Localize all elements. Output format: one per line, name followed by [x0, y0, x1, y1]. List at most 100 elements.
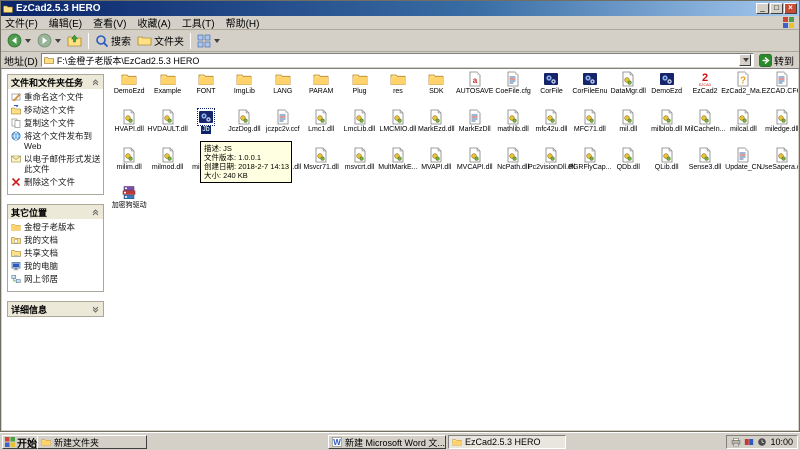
file-item[interactable]: ImgLib [225, 71, 263, 96]
file-item[interactable]: QLib.dll [647, 147, 685, 172]
file-item[interactable]: Msvcr71.dll [302, 147, 340, 172]
panel-header[interactable]: 其它位置 [8, 205, 103, 219]
titlebar[interactable]: EzCad2.5.3 HERO _ □ × [1, 1, 799, 16]
task-button-2[interactable]: EzCad2.5.3 HERO [448, 435, 566, 449]
file-item[interactable]: Sense3.dll [686, 147, 724, 172]
file-item[interactable]: Example [148, 71, 186, 96]
task-link-copy[interactable]: 复制这个文件 [11, 118, 101, 128]
printer-icon[interactable] [731, 437, 741, 447]
sync-icon[interactable] [757, 437, 767, 447]
file-item[interactable]: MarkEzd.dll [417, 109, 455, 134]
status-icon[interactable] [744, 437, 754, 447]
file-item[interactable]: Plug [340, 71, 378, 96]
task-button-1[interactable]: W新建 Microsoft Word 文... [328, 435, 446, 449]
file-item[interactable]: DemoEzd [647, 71, 685, 96]
file-item[interactable]: aAUTOSAVE [456, 71, 494, 96]
file-item[interactable]: mfc42u.dll [532, 109, 570, 134]
file-item[interactable]: DataMgr.dll [609, 71, 647, 96]
menu-item-2[interactable]: 查看(V) [93, 19, 126, 30]
file-item[interactable]: milmod.dll [148, 147, 186, 172]
task-link-email[interactable]: 以电子邮件形式发送此文件 [11, 154, 101, 174]
file-item[interactable]: milblob.dll [647, 109, 685, 134]
file-list[interactable]: DemoEzdExampleFONTImgLibLANGPARAMPlugres… [106, 69, 798, 430]
back-dropdown-caret[interactable] [25, 39, 31, 43]
file-item[interactable]: 加密狗驱动 [110, 185, 148, 210]
file-item[interactable]: msvcrt.dll [340, 147, 378, 172]
chevron-up-icon[interactable] [91, 208, 100, 217]
panel-header[interactable]: 文件和文件夹任务 [8, 75, 103, 89]
file-item[interactable]: MFC71.dll [571, 109, 609, 134]
file-item[interactable]: UseSapera.dll [763, 147, 798, 172]
file-item[interactable]: MultMarkE... [379, 147, 417, 172]
file-item[interactable]: CorFile [532, 71, 570, 96]
menu-item-1[interactable]: 编辑(E) [49, 19, 82, 30]
start-button[interactable]: 开始 [2, 435, 42, 449]
file-item[interactable]: MilCacheIn... [686, 109, 724, 134]
task-link-move[interactable]: 移动这个文件 [11, 105, 101, 115]
file-item[interactable]: PARAM [302, 71, 340, 96]
task-link-publish-web[interactable]: 将这个文件发布到 Web [11, 131, 101, 151]
maximize-button[interactable]: □ [770, 3, 783, 14]
file-item[interactable]: res [379, 71, 417, 96]
task-link-folder[interactable]: 金橙子老版本 [11, 222, 101, 232]
file-item[interactable]: LMCMIO.dll [379, 109, 417, 134]
menu-item-0[interactable]: 文件(F) [5, 19, 38, 30]
file-item[interactable]: QDb.dll [609, 147, 647, 172]
file-item[interactable]: MVCAPI.dll [456, 147, 494, 172]
file-item-selected[interactable]: Jb [187, 109, 225, 134]
task-link-my-documents[interactable]: 我的文档 [11, 235, 101, 245]
file-item[interactable]: mathlib.dll [494, 109, 532, 134]
file-item[interactable]: JczDog.dll [225, 109, 263, 134]
file-item[interactable]: SDK [417, 71, 455, 96]
chevron-down-icon[interactable] [91, 305, 100, 314]
forward-dropdown-caret[interactable] [55, 39, 61, 43]
close-button[interactable]: × [784, 3, 797, 14]
task-button-0[interactable]: 新建文件夹 [37, 435, 147, 449]
back-button[interactable] [4, 32, 34, 49]
task-link-shared-documents[interactable]: 共享文档 [11, 248, 101, 258]
file-item[interactable]: 2EZCADEzCad2 [686, 71, 724, 96]
file-item[interactable]: milcal.dll [724, 109, 762, 134]
file-item[interactable]: jczpc2v.ccf [264, 109, 302, 134]
file-item[interactable]: CoeFile.cfg [494, 71, 532, 96]
panel-header[interactable]: 详细信息 [8, 302, 103, 316]
file-item[interactable]: MVAPI.dll [417, 147, 455, 172]
task-link-my-computer[interactable]: 我的电脑 [11, 261, 101, 271]
menu-item-3[interactable]: 收藏(A) [137, 19, 170, 30]
file-item[interactable]: ?EzCad2_Ma... [724, 71, 762, 96]
address-input[interactable]: F:\金橙子老版本\EzCad2.5.3 HERO [41, 53, 754, 67]
dll-icon [467, 147, 483, 163]
file-item[interactable]: LmcLib.dll [340, 109, 378, 134]
file-item[interactable]: Lmc1.dll [302, 109, 340, 134]
file-item[interactable]: milim.dll [110, 147, 148, 172]
views-button[interactable] [194, 33, 223, 49]
up-button[interactable] [64, 32, 85, 49]
file-item[interactable]: HVDAULT.dll [148, 109, 186, 134]
file-item[interactable]: MarkEzDll [456, 109, 494, 134]
file-item[interactable]: PGRFlyCap... [571, 147, 609, 172]
menu-item-4[interactable]: 工具(T) [182, 19, 215, 30]
search-button[interactable]: 搜索 [92, 32, 134, 49]
forward-button[interactable] [34, 32, 64, 49]
task-link-network[interactable]: 网上邻居 [11, 274, 101, 284]
file-item[interactable]: DemoEzd [110, 71, 148, 96]
task-link-rename[interactable]: 重命名这个文件 [11, 92, 101, 102]
go-button[interactable]: 转到 [757, 53, 796, 68]
file-item[interactable]: Pc2visionDll.dll [532, 147, 570, 172]
file-item[interactable]: HVAPI.dll [110, 109, 148, 134]
menu-item-5[interactable]: 帮助(H) [226, 19, 260, 30]
minimize-button[interactable]: _ [756, 3, 769, 14]
file-item[interactable]: miledge.dll [763, 109, 798, 134]
file-item[interactable]: mil.dll [609, 109, 647, 134]
file-item[interactable]: NcPath.dll [494, 147, 532, 172]
file-item[interactable]: FONT [187, 71, 225, 96]
file-item[interactable]: CorFileEnu [571, 71, 609, 96]
file-item[interactable]: LANG [264, 71, 302, 96]
chevron-up-icon[interactable] [91, 78, 100, 87]
folders-button[interactable]: 文件夹 [134, 32, 187, 49]
task-link-delete[interactable]: 删除这个文件 [11, 177, 101, 187]
views-dropdown-caret[interactable] [214, 39, 220, 43]
address-dropdown-button[interactable] [739, 54, 751, 66]
file-item[interactable]: EZCAD.CFG [763, 71, 798, 96]
file-item[interactable]: Update_CN [724, 147, 762, 172]
